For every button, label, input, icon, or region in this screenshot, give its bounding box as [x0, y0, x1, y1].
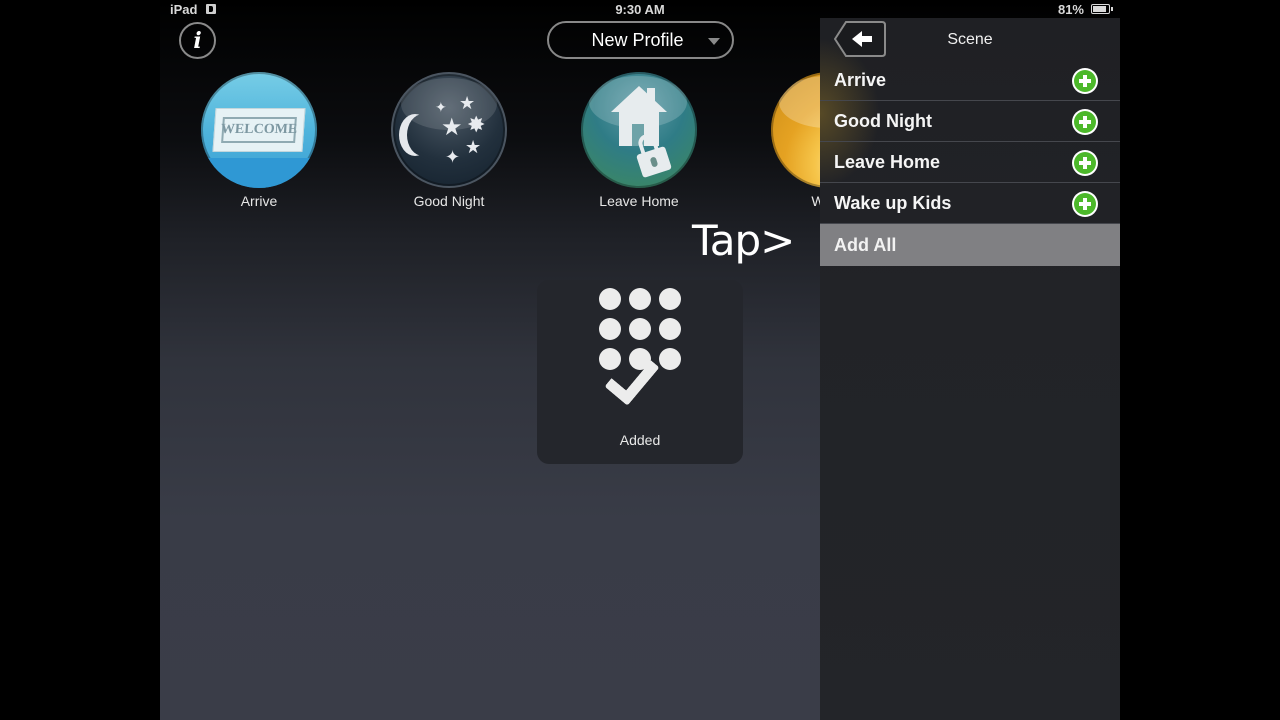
profile-dropdown[interactable]: New Profile: [547, 21, 734, 59]
scene-panel: Scene Arrive Good Night Leave Home Wake …: [820, 18, 1120, 720]
tap-annotation: Tap>: [692, 216, 795, 265]
add-circle-icon[interactable]: [1072, 191, 1098, 217]
list-item[interactable]: Arrive: [820, 60, 1120, 101]
panel-title: Scene: [947, 31, 993, 48]
mat-text: WELCOME: [220, 117, 298, 143]
add-all-button[interactable]: Add All: [820, 224, 1120, 266]
add-circle-icon[interactable]: [1072, 150, 1098, 176]
add-all-label: Add All: [834, 235, 897, 255]
battery-percent: 81%: [1057, 2, 1084, 17]
info-button[interactable]: i: [179, 22, 216, 59]
toast-label: Added: [619, 432, 661, 448]
scene-name: Arrive: [834, 70, 887, 90]
scene-label: Good Night: [413, 193, 485, 209]
scene-label: Arrive: [240, 193, 278, 209]
add-circle-icon[interactable]: [1072, 109, 1098, 135]
info-icon: i: [193, 27, 202, 54]
added-toast: Added: [537, 280, 743, 464]
scene-name: Leave Home: [834, 152, 941, 172]
scene-label: Leave Home: [599, 193, 679, 209]
clock: 9:30 AM: [615, 2, 665, 17]
house-lock-icon: [581, 72, 697, 188]
list-item[interactable]: Leave Home: [820, 142, 1120, 183]
scene-tile-arrive[interactable]: WELCOME Arrive: [184, 72, 334, 209]
status-bar: iPad 9:30 AM 81%: [160, 0, 1120, 20]
battery-icon: [1091, 4, 1113, 14]
scene-tile-good-night[interactable]: ★ ✦ ★ ✸ ★ ✦ Good Night: [374, 72, 524, 209]
profile-name: New Profile: [591, 29, 684, 50]
scene-name: Good Night: [834, 111, 932, 131]
list-item[interactable]: Wake up Kids: [820, 183, 1120, 224]
scene-list: Arrive Good Night Leave Home Wake up Kid…: [820, 60, 1120, 224]
moon-stars-icon: ★ ✦ ★ ✸ ★ ✦: [391, 72, 507, 188]
welcome-mat-icon: WELCOME: [201, 72, 317, 188]
add-circle-icon[interactable]: [1072, 68, 1098, 94]
scene-tile-leave-home[interactable]: Leave Home: [564, 72, 714, 209]
chevron-down-icon: [708, 38, 720, 45]
list-item[interactable]: Good Night: [820, 101, 1120, 142]
ipad-screen: iPad 9:30 AM 81% i New Profile WELCOME A…: [160, 0, 1120, 720]
scene-name: Wake up Kids: [834, 193, 952, 213]
panel-header: Scene: [820, 18, 1120, 62]
